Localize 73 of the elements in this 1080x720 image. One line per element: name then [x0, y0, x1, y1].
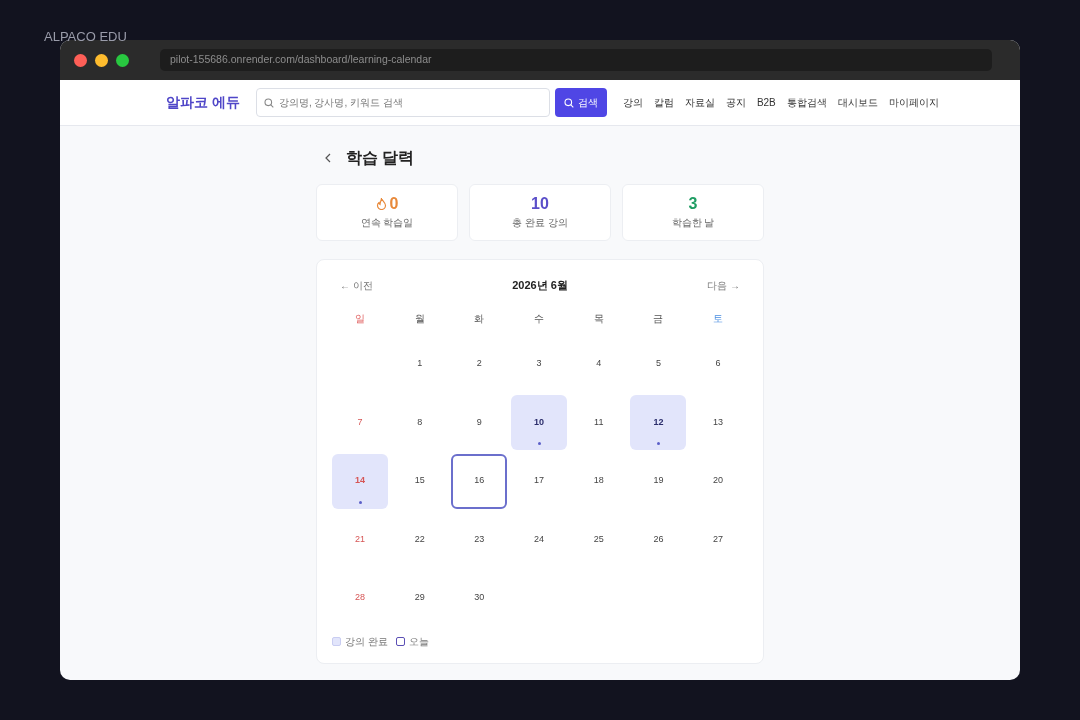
day-number[interactable]: 13: [690, 395, 747, 450]
day-cell[interactable]: 16: [451, 453, 508, 509]
nav-link[interactable]: 공지: [725, 95, 746, 110]
completion-dot: [537, 442, 541, 445]
nav-link[interactable]: 자료실: [684, 95, 715, 110]
nav-link[interactable]: 대시보드: [837, 95, 878, 110]
day-number[interactable]: 7: [332, 395, 388, 450]
day-number[interactable]: 26: [630, 512, 687, 567]
close-icon[interactable]: [74, 53, 87, 67]
weekday-label: 월: [414, 312, 425, 326]
weekday-label: 금: [653, 312, 664, 326]
day-number[interactable]: 3: [511, 336, 568, 392]
day-number[interactable]: 8: [391, 395, 448, 450]
site-logo[interactable]: 알파코 에듀: [166, 92, 240, 113]
day-number[interactable]: 18: [570, 453, 627, 509]
weekday-label: 토: [713, 312, 724, 326]
nav-link[interactable]: 통합검색: [786, 95, 827, 110]
day-number[interactable]: 28: [332, 570, 388, 626]
day-number[interactable]: 25: [570, 512, 627, 567]
back-icon[interactable]: [324, 153, 332, 163]
stat-label: 학습한 날: [671, 216, 715, 231]
address-bar[interactable]: pilot-155686.onrender.com/dashboard/learning-calendar: [160, 49, 992, 71]
nav-link[interactable]: 마이페이지: [888, 95, 939, 110]
day-number[interactable]: 1: [391, 336, 448, 392]
stat-value: 0: [389, 194, 399, 213]
day-number[interactable]: 17: [511, 453, 568, 509]
stat-label: 연속 학습일: [360, 216, 414, 231]
flame-icon: [375, 197, 387, 210]
day-number[interactable]: 9: [451, 395, 508, 450]
day-number[interactable]: 5: [630, 336, 687, 392]
legend-label: 오늘: [408, 634, 429, 649]
completion-dot: [656, 442, 660, 445]
day-number[interactable]: 24: [511, 512, 568, 567]
weekday-label: 수: [534, 312, 545, 326]
search-field[interactable]: 강의명, 강사명, 키워드 검색: [255, 88, 550, 117]
stat-label: 총 완료 강의: [512, 216, 568, 231]
month-title: 2026년 6월: [512, 278, 568, 293]
day-number[interactable]: 20: [690, 453, 747, 509]
search-icon: [263, 97, 274, 108]
completion-dot: [358, 500, 362, 504]
day-number[interactable]: 15: [391, 453, 448, 509]
maximize-icon[interactable]: [116, 53, 129, 67]
day-number[interactable]: 23: [451, 512, 508, 567]
page-title: 학습 달력: [346, 148, 415, 168]
next-month-link[interactable]: 다음 →: [707, 278, 740, 293]
stat-value: 10: [531, 194, 549, 213]
nav-link[interactable]: 강의: [622, 95, 643, 110]
stat-value: 3: [688, 194, 698, 213]
day-number[interactable]: 21: [332, 512, 388, 567]
nav-link[interactable]: 칼럼: [653, 95, 674, 110]
nav-link[interactable]: B2B: [756, 95, 776, 110]
weekday-label: 목: [593, 312, 604, 326]
legend-swatch: [332, 636, 341, 646]
prev-month-link[interactable]: ← 이전: [340, 278, 373, 293]
search-button[interactable]: 검색: [554, 88, 607, 117]
day-number[interactable]: 27: [690, 512, 747, 567]
weekday-label: 화: [474, 312, 485, 326]
day-number[interactable]: 11: [570, 395, 627, 450]
legend-swatch: [395, 636, 405, 646]
search-icon: [563, 97, 574, 108]
day-number[interactable]: 30: [451, 570, 508, 626]
day-number[interactable]: 19: [630, 453, 687, 509]
day-number[interactable]: 29: [391, 570, 448, 626]
day-cell[interactable]: 12: [630, 395, 687, 450]
day-cell[interactable]: 10: [511, 395, 568, 450]
legend-label: 강의 완료: [345, 634, 388, 649]
brand-label: ALPACO EDU: [44, 28, 127, 46]
day-number[interactable]: 6: [690, 336, 747, 392]
minimize-icon[interactable]: [95, 53, 108, 67]
day-number[interactable]: 22: [391, 512, 448, 567]
day-number[interactable]: 4: [570, 336, 627, 392]
day-number[interactable]: 2: [451, 336, 508, 392]
weekday-label: 일: [355, 312, 365, 326]
